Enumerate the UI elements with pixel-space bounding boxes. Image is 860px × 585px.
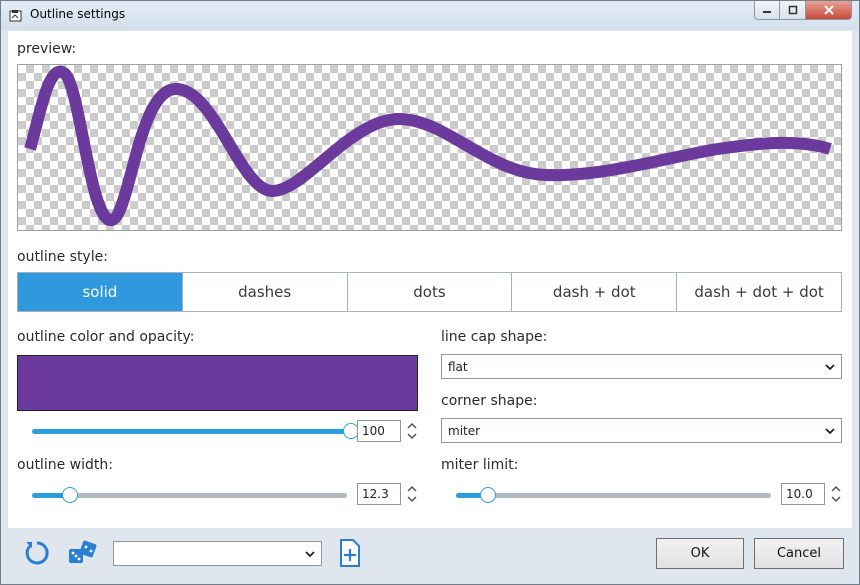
miter-limit-slider[interactable] — [456, 485, 771, 505]
opacity-spin-arrows[interactable] — [405, 420, 419, 442]
miter-limit-input[interactable] — [781, 483, 825, 505]
opacity-slider[interactable] — [32, 421, 359, 441]
outline-color-label: outline color and opacity: — [17, 329, 195, 345]
spin-arrows-icon — [407, 485, 417, 503]
dice-icon — [69, 540, 97, 563]
chevron-down-icon — [825, 428, 835, 435]
outline-width-slider[interactable] — [32, 485, 347, 505]
maximize-button[interactable] — [780, 1, 806, 20]
dialog-footer: OK Cancel — [1, 528, 859, 584]
outline-color-swatch[interactable] — [17, 355, 418, 411]
chevron-down-icon — [825, 364, 835, 371]
ok-button[interactable]: OK — [656, 538, 744, 569]
spin-arrows-icon — [407, 422, 417, 440]
outline-width-input[interactable] — [357, 483, 401, 505]
width-spin-arrows[interactable] — [405, 483, 419, 505]
style-option-dash-dot[interactable]: dash + dot — [511, 273, 677, 311]
opacity-slider-fill — [32, 429, 351, 434]
preview-label: preview: — [17, 41, 77, 57]
reset-button[interactable] — [22, 538, 52, 572]
window-controls — [754, 1, 852, 21]
minimize-icon — [763, 11, 771, 13]
window-title: Outline settings — [30, 7, 126, 21]
add-document-icon — [340, 539, 360, 567]
style-option-dots[interactable]: dots — [346, 273, 512, 311]
miter-spin-arrows[interactable] — [829, 483, 843, 505]
spin-arrows-icon — [831, 485, 841, 503]
opacity-input[interactable] — [357, 420, 401, 442]
line-cap-select[interactable]: flat — [441, 354, 842, 379]
corner-shape-select[interactable]: miter — [441, 418, 842, 443]
corner-shape-value: miter — [448, 424, 481, 438]
miter-slider-thumb[interactable] — [480, 487, 496, 503]
close-icon — [823, 5, 834, 15]
corner-shape-label: corner shape: — [441, 393, 538, 409]
miter-limit-spinner — [781, 483, 843, 505]
outline-width-spinner — [357, 483, 419, 505]
style-option-dash-dot-dot[interactable]: dash + dot + dot — [676, 273, 841, 311]
add-preset-button[interactable] — [338, 538, 362, 572]
width-slider-thumb[interactable] — [62, 487, 78, 503]
style-option-solid[interactable]: solid — [18, 273, 182, 311]
line-cap-value: flat — [448, 360, 468, 374]
line-cap-label: line cap shape: — [441, 329, 548, 345]
preview-canvas — [17, 64, 842, 231]
width-slider-track — [32, 493, 347, 498]
outline-style-selector: solid dashes dots dash + dot dash + dot … — [17, 272, 842, 312]
preset-select[interactable] — [113, 541, 322, 566]
opacity-spinner — [357, 420, 419, 442]
cancel-button[interactable]: Cancel — [754, 538, 844, 569]
minimize-button[interactable] — [754, 1, 780, 20]
settings-panel: preview: outline style: solid dashes dot… — [8, 31, 852, 528]
app-icon — [9, 8, 23, 22]
close-button[interactable] — [806, 1, 852, 20]
outline-style-label: outline style: — [17, 249, 108, 265]
reset-icon — [25, 541, 49, 565]
outline-settings-window: Outline settings preview: outline style:… — [0, 0, 860, 585]
outline-width-label: outline width: — [17, 457, 113, 473]
random-button[interactable] — [67, 539, 99, 571]
preview-stroke — [24, 65, 832, 226]
miter-slider-track — [456, 493, 771, 498]
chevron-down-icon — [305, 551, 315, 558]
maximize-icon — [788, 5, 797, 15]
title-bar[interactable]: Outline settings — [1, 1, 859, 30]
miter-limit-label: miter limit: — [441, 457, 519, 473]
style-option-dashes[interactable]: dashes — [181, 273, 347, 311]
